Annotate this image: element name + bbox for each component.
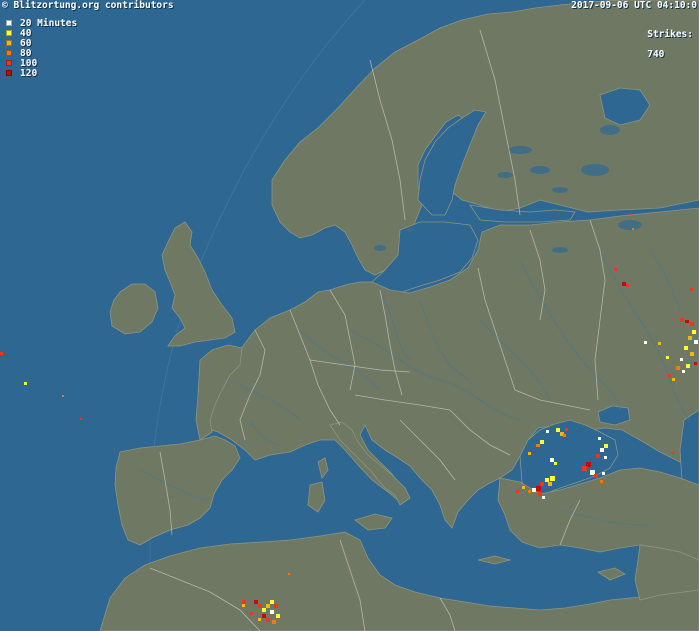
legend-swatch — [6, 60, 12, 66]
legend-swatch — [6, 50, 12, 56]
timestamp: 2017-09-06 UTC 04:10:0 — [571, 0, 697, 11]
legend-swatch — [6, 30, 12, 36]
legend-swatch — [6, 20, 12, 26]
copyright-credit: © Blitzortung.org contributors — [2, 0, 174, 11]
legend-label: 120 — [20, 68, 38, 79]
map-canvas — [0, 0, 699, 631]
lightning-map[interactable]: © Blitzortung.org contributors 2017-09-0… — [0, 0, 699, 631]
strikes-label: Strikes: — [647, 29, 693, 40]
strikes-value: 740 — [647, 49, 665, 60]
strike-counter: Strikes: 740 — [624, 20, 693, 70]
legend-swatch — [6, 70, 12, 76]
legend-swatch — [6, 40, 12, 46]
